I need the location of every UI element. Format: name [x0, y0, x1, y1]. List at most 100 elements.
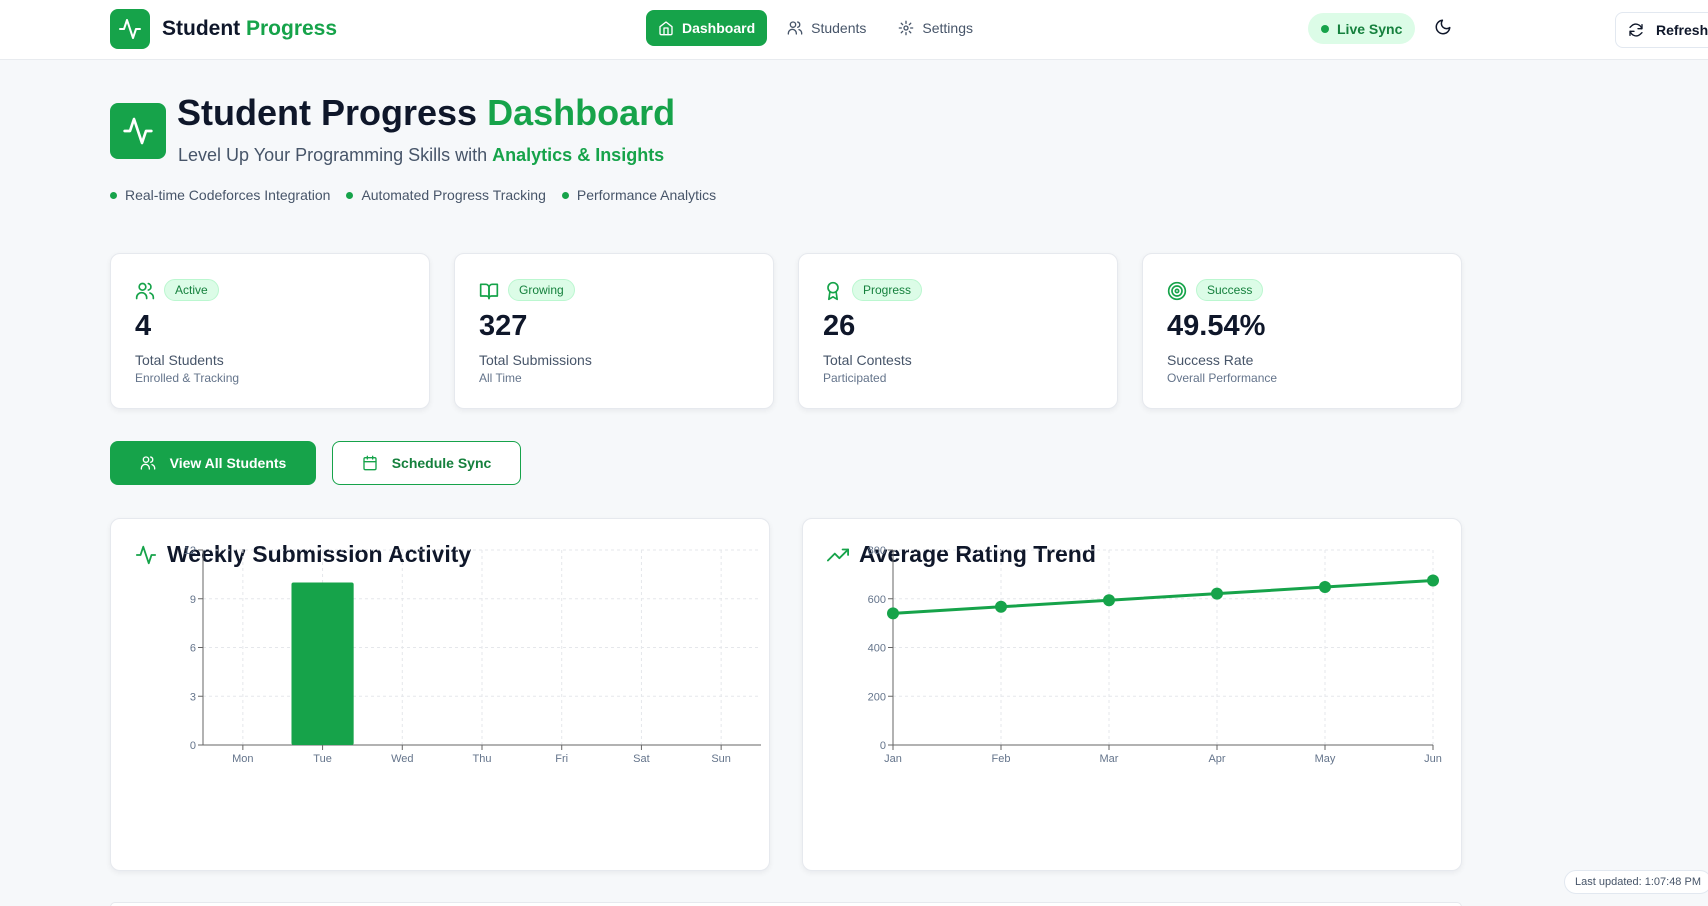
nav-students-link[interactable]: Students — [775, 10, 878, 46]
bar-tue — [291, 582, 354, 745]
status-dot-icon — [1321, 24, 1329, 33]
stat-sublabel: All Time — [479, 371, 522, 385]
stat-label: Total Contests — [823, 352, 912, 368]
target-icon — [1167, 281, 1187, 301]
stat-card-students[interactable]: Active 4 Total Students Enrolled & Track… — [110, 253, 430, 409]
x-tick-label: Sun — [711, 753, 731, 765]
book-icon — [479, 283, 499, 300]
y-tick-label: 200 — [868, 691, 886, 703]
schedule-sync-label: Schedule Sync — [391, 455, 492, 471]
y-tick-label: 800 — [868, 545, 886, 557]
feature-item: Real-time Codeforces Integration — [110, 187, 330, 203]
x-tick-label: Feb — [992, 753, 1011, 765]
x-tick-label: Jan — [884, 753, 902, 765]
feature-list: Real-time Codeforces Integration Automat… — [110, 187, 716, 203]
stat-value: 26 — [823, 310, 856, 342]
rating-trend-panel: Average Rating Trend 0 200 400 600 800 Jan Feb… — [802, 518, 1462, 871]
y-tick-label: 9 — [190, 594, 196, 606]
hero-activity-icon — [110, 103, 166, 159]
view-all-students-button[interactable]: View All Students — [110, 441, 316, 485]
rating-point-may — [1319, 581, 1331, 594]
y-tick-label: 0 — [190, 740, 196, 752]
x-tick-label: Sat — [633, 753, 650, 765]
y-tick-label: 12 — [184, 545, 196, 557]
y-tick-label: 600 — [868, 594, 886, 606]
users-icon — [135, 282, 155, 300]
stat-label: Success Rate — [1167, 352, 1254, 368]
nav-students-label: Students — [811, 20, 867, 36]
users-icon — [787, 21, 803, 35]
feature-item: Automated Progress Tracking — [346, 187, 546, 203]
brand[interactable]: Student Progress — [110, 9, 337, 49]
feature-item: Performance Analytics — [561, 187, 716, 203]
x-tick-label: Tue — [313, 753, 332, 765]
status-badge: Success — [1196, 279, 1264, 301]
stat-label: Total Submissions — [479, 352, 592, 368]
moon-icon — [1435, 19, 1451, 35]
rating-line-chart: 0 200 400 600 800 Jan Feb Mar Apr May Jun — [868, 545, 1442, 765]
view-all-students-label: View All Students — [169, 455, 287, 471]
x-tick-label: Wed — [391, 753, 413, 765]
rating-point-jun — [1427, 574, 1439, 587]
nav-settings-label: Settings — [922, 20, 973, 36]
refresh-button[interactable]: Refresh — [1615, 12, 1708, 48]
activity-icon — [110, 9, 150, 49]
x-tick-label: Mon — [232, 753, 253, 765]
stat-value: 49.54% — [1167, 310, 1266, 342]
live-sync-badge[interactable]: Live Sync — [1308, 13, 1416, 44]
page-subtitle: Level Up Your Programming Skills with An… — [178, 145, 665, 165]
weekly-activity-panel: Weekly Submission Activity 0 3 6 9 12 Mon Tue W… — [110, 518, 770, 871]
gear-icon — [899, 20, 914, 36]
nav-links: Dashboard Students Settings — [646, 10, 985, 46]
stat-card-contests[interactable]: Progress 26 Total Contests Participated — [798, 253, 1118, 409]
bullet-dot-icon — [346, 191, 354, 199]
bullet-dot-icon — [561, 191, 569, 199]
y-tick-label: 400 — [868, 643, 886, 655]
stat-value: 327 — [479, 310, 528, 342]
top-nav: Student Progress Dashboard Students Sett… — [0, 0, 1708, 60]
stat-label: Total Students — [135, 352, 224, 368]
weekly-bar-chart: 0 3 6 9 12 Mon Tue Wed Thu Fri Sat Sun — [184, 545, 761, 765]
page-title: Student Progress Dashboard — [177, 92, 676, 133]
stat-card-success[interactable]: Success 49.54% Success Rate Overall Perf… — [1142, 253, 1462, 409]
live-sync-label: Live Sync — [1337, 20, 1403, 37]
theme-toggle[interactable] — [1434, 18, 1452, 41]
x-tick-label: Apr — [1208, 753, 1225, 765]
status-badge: Active — [164, 279, 219, 301]
x-tick-label: May — [1315, 753, 1336, 765]
x-tick-label: Mar — [1100, 753, 1119, 765]
nav-dashboard-label: Dashboard — [682, 20, 756, 36]
x-tick-label: Jun — [1424, 753, 1442, 765]
stat-sublabel: Enrolled & Tracking — [135, 371, 240, 385]
rating-series-line — [892, 578, 1434, 615]
status-badge: Growing — [508, 279, 575, 301]
stat-value: 4 — [135, 310, 152, 342]
next-panel-edge — [110, 902, 1462, 906]
y-tick-label: 0 — [880, 740, 886, 752]
schedule-sync-button[interactable]: Schedule Sync — [332, 441, 521, 485]
home-icon — [659, 21, 673, 36]
status-badge: Progress — [852, 279, 923, 301]
y-tick-label: 3 — [190, 691, 196, 703]
refresh-label: Refresh — [1656, 22, 1708, 38]
stat-cards: Active 4 Total Students Enrolled & Track… — [110, 253, 1462, 409]
y-tick-label: 6 — [190, 643, 196, 655]
bullet-dot-icon — [110, 191, 117, 199]
stat-sublabel: Participated — [823, 371, 887, 385]
x-tick-label: Thu — [473, 753, 492, 765]
users-icon — [140, 456, 155, 470]
nav-settings-link[interactable]: Settings — [886, 10, 985, 46]
rating-point-jan — [887, 607, 899, 620]
award-icon — [827, 281, 839, 301]
nav-dashboard-link[interactable]: Dashboard — [646, 10, 768, 46]
brand-name: Student Progress — [162, 17, 338, 40]
stat-sublabel: Overall Performance — [1167, 371, 1278, 385]
refresh-icon — [1629, 23, 1643, 37]
rating-point-feb — [995, 600, 1007, 613]
calendar-icon — [363, 455, 377, 471]
x-tick-label: Fri — [555, 753, 568, 765]
last-updated-label: Last updated: 1:07:48 PM — [1564, 870, 1708, 894]
rating-point-mar — [1103, 594, 1115, 607]
stat-card-submissions[interactable]: Growing 327 Total Submissions All Time — [454, 253, 774, 409]
rating-point-apr — [1211, 587, 1223, 600]
